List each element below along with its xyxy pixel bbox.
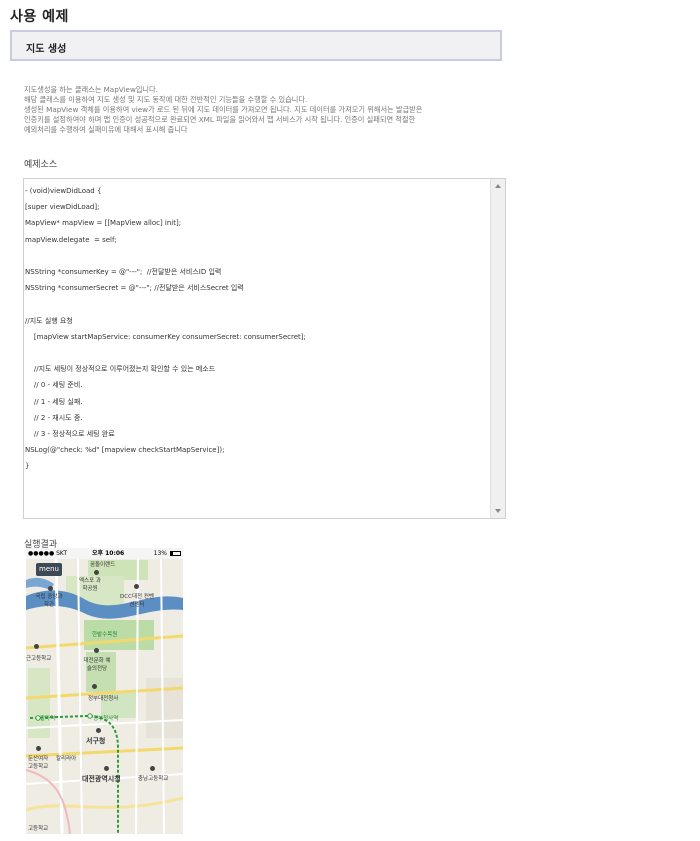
map-label: 엑스포 과학공원 [79,578,101,592]
map-label: 정부청사역 [93,716,119,722]
description: 지도생성을 하는 클래스는 MapView입니다. 해당 클래스를 이용하여 지… [24,85,506,135]
code-line: //지도 실행 요청 [25,316,73,325]
code-line: [super viewDidLoad]; [25,203,100,212]
map-label: 근고등학교 [26,656,52,662]
carrier-text: ●●●●● SKT [28,550,68,557]
code-line: - (void)viewDidLoad { [25,187,102,195]
poi-icon [48,586,53,591]
poi-icon [94,648,99,653]
battery-icon [170,551,181,556]
clock-text: 오후 10:06 [92,550,125,557]
code-line: MapView* mapView = [[MapView alloc] init… [25,219,182,228]
menu-button[interactable]: menu [36,563,62,576]
poi-icon [96,728,101,733]
source-code: - (void)viewDidLoad { [super viewDidLoad]… [25,183,306,475]
code-line: // 3 - 정상적으로 세팅 완료 [25,430,115,439]
map-label: 충남고등학교 [138,776,169,782]
description-line: 지도생성을 하는 클래스는 MapView입니다. [24,85,158,94]
poi-icon [104,766,109,771]
description-line: 생성된 MapView 객체를 이용하여 view가 로드 된 뒤에 지도 데이… [24,105,423,114]
map-label: 정부대전청사 [88,696,119,702]
map-label: DCC대전 컨벤션센터 [120,594,154,608]
description-line: 예외처리를 수행하여 실패이유에 대해서 표시해 줍니다 [24,125,188,134]
map-label: 고등학교 [28,826,49,832]
poi-icon [94,570,99,575]
map-label: 칼리라아 [56,756,77,762]
code-line: // 2 - 재시도 중. [25,413,83,422]
description-line: 인증키를 설정하여야 하며 맵 인증이 성공적으로 완료되면 XML 파일을 읽… [24,115,416,124]
code-line: NSString *consumerSecret = @"---"; //전달받… [25,284,244,293]
map-label: 국립 중앙과학관 [35,594,63,608]
map-label: 대전문화 예술의전당 [83,658,111,672]
code-line: // 0 - 세팅 준비. [25,381,83,390]
scroll-up-icon[interactable] [495,184,501,188]
battery-text: 13% [153,550,167,557]
code-line: [mapView startMapService: consumerKey co… [25,332,306,341]
source-label: 예제소스 [24,160,58,170]
code-line: // 1 - 세팅 실패. [25,397,83,406]
map-label: 대전광역시청 [82,775,121,783]
page-title: 사용 예제 [10,9,69,25]
section-title: 지도 생성 [26,44,67,55]
map-label: 둔산여자 고등학교 [28,756,49,770]
poi-icon [134,584,139,589]
poi-icon [36,746,41,751]
poi-icon [150,766,155,771]
map-label: 서구청 [86,737,106,745]
section-header: 지도 생성 [10,30,502,61]
code-line: mapView.delegate = self; [25,235,117,244]
description-line: 해당 클래스를 이용하여 지도 생성 및 지도 동작에 대한 전반적인 기능들을… [24,95,308,104]
code-line: //지도 세팅이 정상적으로 이루어졌는지 확인할 수 있는 메소드 [25,365,216,374]
map-label: 갈마역 [40,716,56,722]
map-label: 한밭수목원 [92,632,118,638]
poi-icon [92,684,97,689]
code-line: NSString *consumerKey = @"---"; //전달받은 서… [25,268,222,277]
code-line: NSLog(@"check: %d" [mapview checkStartMa… [25,446,225,455]
code-line: } [25,462,30,471]
result-screenshot: ●●●●● SKT 오후 10:06 13% menu 꿈돌이랜드 엑스포 과학… [26,548,183,834]
source-code-textarea[interactable]: - (void)viewDidLoad { [super viewDidLoad]… [23,178,506,519]
scroll-down-icon[interactable] [495,509,501,513]
status-bar: ●●●●● SKT 오후 10:06 13% [26,548,183,559]
map-label: 꿈돌이랜드 [90,562,116,568]
poi-icon [34,644,39,649]
scrollbar[interactable] [490,179,505,518]
